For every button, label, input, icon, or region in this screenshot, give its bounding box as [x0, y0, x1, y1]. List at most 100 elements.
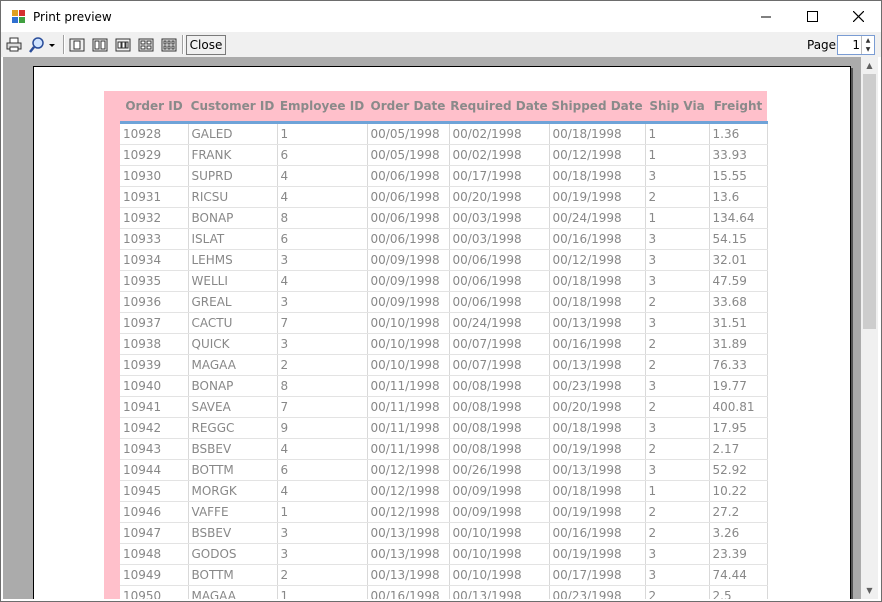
table-cell: 10944	[120, 459, 189, 481]
table-cell: 3	[277, 522, 368, 544]
four-pages-button[interactable]	[137, 35, 155, 54]
table-cell: 2	[277, 354, 368, 376]
row-header	[104, 207, 120, 229]
table-cell: SAVEA	[188, 396, 278, 418]
table-cell: ISLAT	[188, 228, 278, 250]
table-cell: 2	[645, 291, 710, 313]
table-cell: 4	[277, 480, 368, 502]
table-cell: 10932	[120, 207, 189, 229]
table-row: 10932 BONAP 8 00/06/1998 00/03/1998 00/24/199…	[104, 207, 768, 229]
table-cell: 3	[645, 165, 710, 187]
table-cell: 00/10/1998	[367, 312, 450, 334]
window-title: Print preview	[33, 10, 112, 24]
table-cell: 00/18/1998	[549, 270, 646, 292]
row-header	[104, 459, 120, 481]
table-row: 10935 WELLI 4 00/09/1998 00/06/1998 00/18/199…	[104, 270, 768, 292]
printer-icon	[6, 37, 22, 52]
table-cell: 1	[645, 144, 710, 166]
table-cell: 00/09/1998	[367, 249, 450, 271]
close-preview-button[interactable]: Close	[186, 35, 226, 55]
table-cell: 4	[277, 270, 368, 292]
scrollbar-thumb[interactable]	[863, 74, 876, 329]
table-cell: 00/05/1998	[367, 122, 450, 145]
scroll-up-icon[interactable]: ▲	[861, 57, 878, 74]
toolbar-separator	[182, 35, 184, 54]
table-cell: 00/19/1998	[549, 438, 646, 460]
table-cell: 00/23/1998	[549, 375, 646, 397]
table-cell: 00/08/1998	[449, 396, 550, 418]
orders-grid: Order ID Customer ID Employee ID Order Date…	[104, 91, 768, 599]
table-cell: 3	[277, 291, 368, 313]
table-cell: BONAP	[188, 207, 278, 229]
spin-up-icon[interactable]: ▲	[861, 36, 874, 45]
print-button[interactable]	[5, 35, 23, 54]
table-cell: 8	[277, 375, 368, 397]
table-cell: 00/16/1998	[549, 522, 646, 544]
maximize-button[interactable]	[789, 1, 835, 32]
table-cell: 00/16/1998	[549, 228, 646, 250]
table-cell: 17.95	[709, 417, 768, 439]
toolbar-separator	[63, 35, 65, 54]
scroll-down-icon[interactable]: ▼	[861, 582, 878, 599]
two-pages-button[interactable]	[91, 35, 109, 54]
table-cell: 10929	[120, 144, 189, 166]
vertical-scrollbar[interactable]: ▲ ▼	[861, 57, 878, 599]
table-cell: 10948	[120, 543, 189, 565]
table-cell: 3	[645, 459, 710, 481]
table-cell: 00/12/1998	[367, 501, 450, 523]
row-header	[104, 417, 120, 439]
close-window-button[interactable]	[835, 1, 881, 32]
six-pages-button[interactable]	[160, 35, 178, 54]
table-cell: 3	[277, 333, 368, 355]
table-cell: 10930	[120, 165, 189, 187]
table-cell: 00/06/1998	[367, 165, 450, 187]
one-page-button[interactable]	[68, 35, 86, 54]
table-cell: 2	[645, 396, 710, 418]
app-icon	[12, 10, 26, 24]
table-cell: 10943	[120, 438, 189, 460]
table-cell: 00/19/1998	[549, 501, 646, 523]
table-cell: 6	[277, 144, 368, 166]
table-cell: 00/13/1998	[367, 522, 450, 544]
page-number-spinner[interactable]: 1 ▲ ▼	[837, 35, 875, 55]
table-cell: 10928	[120, 122, 189, 145]
grid-body: 10928 GALED 1 00/05/1998 00/02/1998 00/18/199…	[104, 122, 768, 599]
row-header	[104, 585, 120, 599]
table-row: 10941 SAVEA 7 00/11/1998 00/08/1998 00/20/199…	[104, 396, 768, 418]
table-cell: 00/18/1998	[549, 291, 646, 313]
preview-area[interactable]: Order ID Customer ID Employee ID Order Date…	[3, 57, 861, 599]
table-cell: 9	[277, 417, 368, 439]
table-cell: 3	[645, 228, 710, 250]
table-cell: 00/24/1998	[549, 207, 646, 229]
table-cell: 2	[645, 501, 710, 523]
table-cell: 3	[645, 417, 710, 439]
row-header-corner	[104, 91, 120, 124]
table-cell: 10949	[120, 564, 189, 586]
table-cell: 00/12/1998	[367, 459, 450, 481]
table-cell: 00/17/1998	[449, 165, 550, 187]
table-cell: 00/10/1998	[367, 354, 450, 376]
zoom-button[interactable]	[27, 35, 59, 54]
table-cell: 1	[645, 207, 710, 229]
table-cell: 3	[645, 249, 710, 271]
table-cell: 2	[277, 564, 368, 586]
table-cell: 3	[277, 543, 368, 565]
table-cell: 7	[277, 396, 368, 418]
table-row: 10938 QUICK 3 00/10/1998 00/07/1998 00/16/199…	[104, 333, 768, 355]
table-row: 10945 MORGK 4 00/12/1998 00/09/1998 00/18/199…	[104, 480, 768, 502]
row-header	[104, 122, 120, 145]
table-cell: 00/08/1998	[449, 375, 550, 397]
row-header	[104, 249, 120, 271]
table-cell: 33.93	[709, 144, 768, 166]
table-cell: 1	[645, 480, 710, 502]
row-header	[104, 522, 120, 544]
table-cell: 27.2	[709, 501, 768, 523]
three-pages-button[interactable]	[114, 35, 132, 54]
minimize-button[interactable]	[743, 1, 789, 32]
row-header	[104, 186, 120, 208]
table-cell: 10950	[120, 585, 189, 599]
table-cell: 3	[645, 543, 710, 565]
spin-down-icon[interactable]: ▼	[861, 45, 874, 54]
table-cell: 10935	[120, 270, 189, 292]
column-header: Customer ID	[188, 91, 277, 124]
